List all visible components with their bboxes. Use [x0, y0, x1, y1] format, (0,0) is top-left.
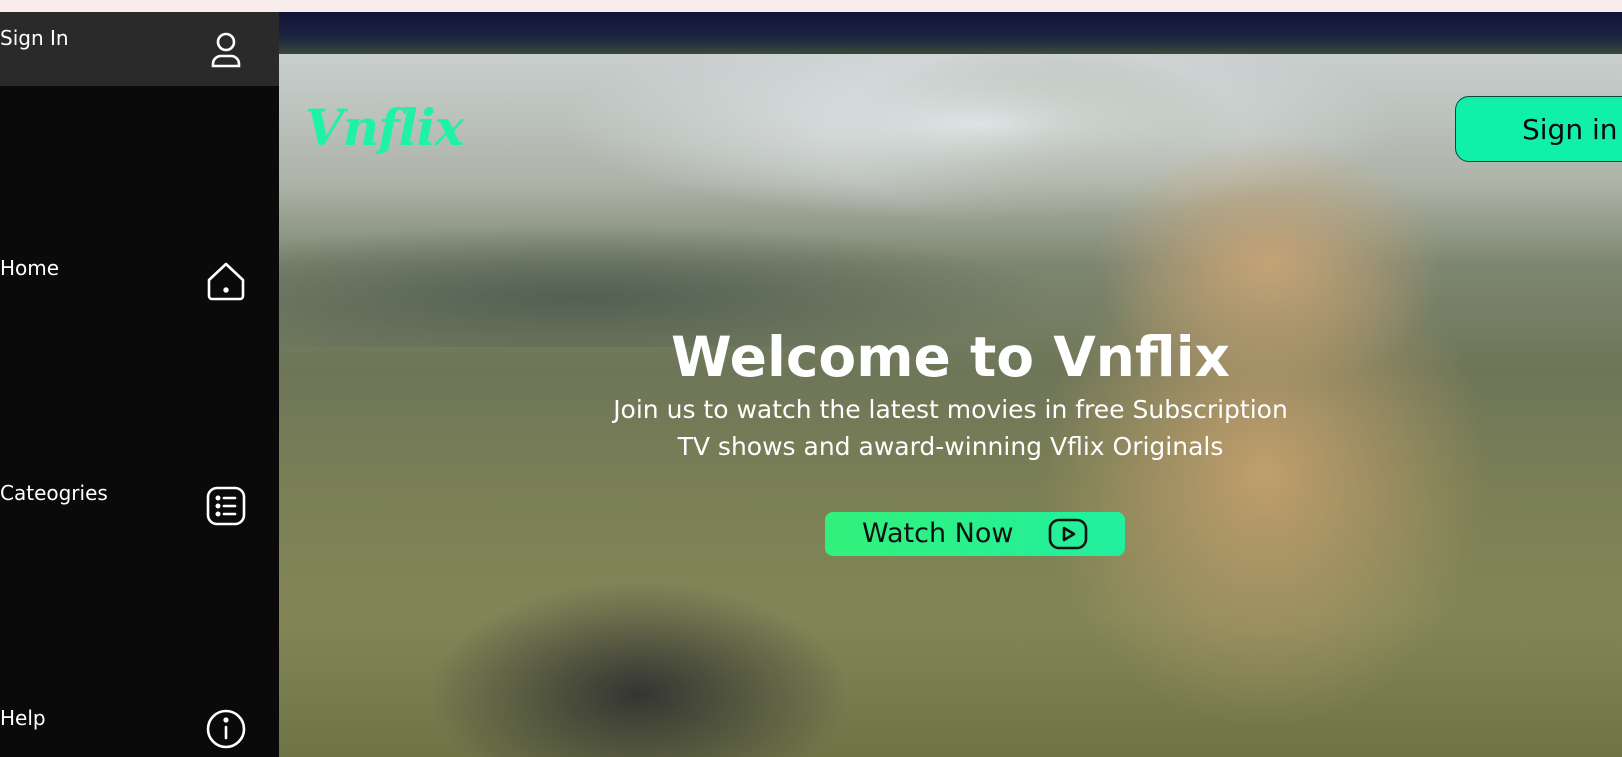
hero-title: Welcome to Vnflix — [670, 325, 1231, 389]
sidebar-item-label: Cateogries — [0, 481, 108, 505]
sidebar-item-sign-in[interactable]: Sign In — [0, 12, 279, 86]
logo[interactable]: Vnflix — [305, 98, 464, 157]
sidebar-item-help[interactable]: Help — [0, 692, 279, 752]
sign-in-button[interactable]: Sign in — [1455, 96, 1622, 162]
watch-now-button[interactable]: Watch Now — [825, 512, 1125, 556]
hero-section: Vnflix Sign in Welcome to Vnflix Join us… — [279, 12, 1622, 757]
top-strip — [0, 0, 1622, 12]
info-icon — [206, 709, 246, 749]
sidebar-item-categories[interactable]: Cateogries — [0, 467, 279, 527]
hero-subtitle-line-2: TV shows and award-winning Vflix Origina… — [677, 432, 1224, 461]
hero-top-bar — [279, 12, 1622, 54]
sidebar-item-label: Help — [0, 706, 46, 730]
user-icon — [211, 32, 241, 68]
hero-subtitle-line-1: Join us to watch the latest movies in fr… — [613, 395, 1288, 424]
sidebar-item-label: Home — [0, 256, 60, 280]
hero-background-hills — [279, 187, 1622, 347]
play-icon — [1048, 518, 1088, 550]
home-icon — [207, 262, 245, 301]
sidebar-item-label: Sign In — [0, 26, 69, 50]
sidebar: Sign In Home Cateogries Help — [0, 12, 279, 757]
watch-now-label: Watch Now — [862, 518, 1014, 549]
sidebar-item-home[interactable]: Home — [0, 242, 279, 302]
list-icon — [206, 486, 246, 526]
